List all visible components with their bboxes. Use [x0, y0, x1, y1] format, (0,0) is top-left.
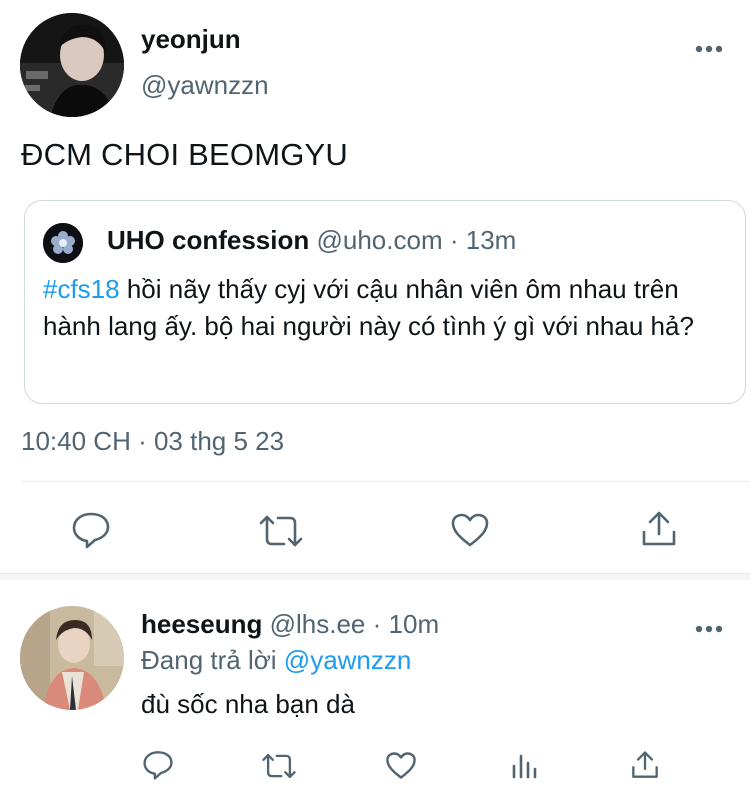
quoted-separator: · [449, 225, 459, 255]
more-horizontal-icon[interactable] [694, 41, 724, 53]
reply-author-avatar[interactable] [20, 606, 124, 710]
reply-handle[interactable]: @lhs.ee [270, 609, 366, 639]
share-icon[interactable] [641, 510, 677, 548]
comment-icon[interactable] [71, 511, 111, 549]
retweet-icon[interactable] [258, 513, 304, 549]
quoted-body-text: hồi nãy thấy cyj với cậu nhân viên ôm nh… [43, 274, 694, 341]
replying-to: Đang trả lời @yawnzzn [141, 645, 411, 676]
quoted-tweet-card[interactable]: UHO confession @uho.com · 13m #cfs18 hồi… [24, 200, 746, 404]
quoted-handle[interactable]: @uho.com [316, 225, 442, 255]
analytics-icon[interactable] [510, 752, 538, 780]
comment-icon[interactable] [142, 750, 174, 780]
author-display-name[interactable]: yeonjun [141, 24, 241, 55]
author-avatar[interactable] [20, 13, 124, 117]
author-handle[interactable]: @yawnzzn [141, 70, 269, 101]
section-separator [0, 574, 750, 580]
quoted-tweet-header: UHO confession @uho.com · 13m [107, 225, 516, 256]
quoted-tweet-text: #cfs18 hồi nãy thấy cyj với cậu nhân viê… [43, 271, 733, 345]
tweet-text: ĐCM CHOI BEOMGYU [21, 137, 348, 172]
heart-icon[interactable] [385, 751, 417, 780]
replying-prefix: Đang trả lời [141, 645, 277, 675]
reply-text: đù sốc nha bạn dà [141, 689, 355, 719]
divider [21, 481, 750, 482]
more-horizontal-icon[interactable] [694, 621, 724, 633]
replying-mention[interactable]: @yawnzzn [284, 645, 412, 675]
tweet-timestamp[interactable]: 10:40 CH · 03 thg 5 23 [21, 426, 284, 457]
quoted-time: 13m [465, 225, 517, 255]
quoted-author-avatar[interactable] [43, 223, 83, 263]
reply-display-name[interactable]: heeseung [141, 609, 262, 639]
reply-separator: · [372, 609, 382, 639]
reply-time: 10m [388, 609, 440, 639]
quoted-display-name[interactable]: UHO confession [107, 225, 309, 255]
share-icon[interactable] [631, 750, 659, 780]
retweet-icon[interactable] [260, 752, 298, 780]
reply-header: heeseung @lhs.ee · 10m [141, 609, 439, 640]
hashtag-link[interactable]: #cfs18 [43, 274, 120, 304]
heart-icon[interactable] [450, 512, 490, 548]
